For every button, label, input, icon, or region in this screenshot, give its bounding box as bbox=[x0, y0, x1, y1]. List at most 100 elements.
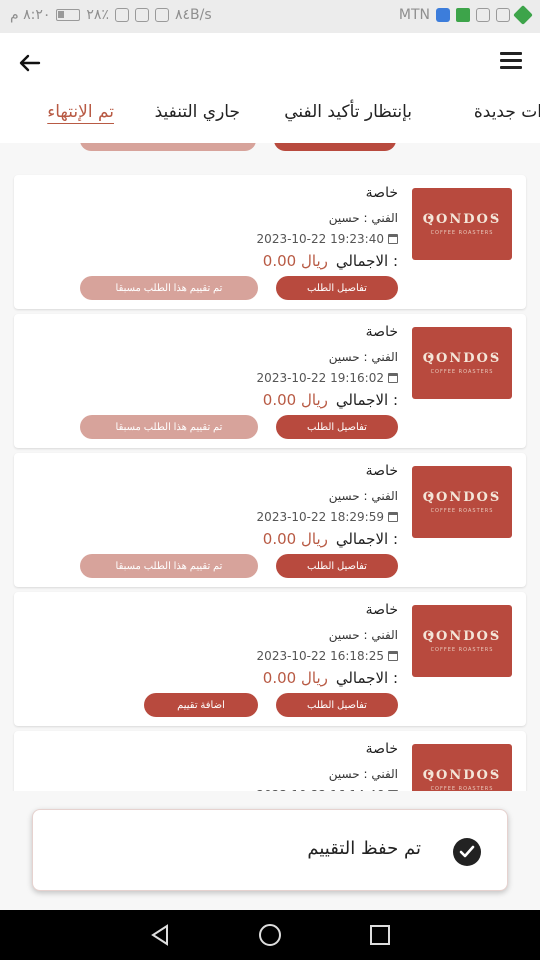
running-icon bbox=[456, 8, 470, 22]
clock: ٨:٢٠ م bbox=[10, 7, 51, 23]
order-technician: الفني : حسين bbox=[328, 350, 398, 364]
orders-list[interactable]: QONDOS COFFEE ROASTERS خاصة الفني : حسين 202… bbox=[0, 143, 540, 791]
order-card[interactable]: QONDOS COFFEE ROASTERS خاصة الفني : حسين 202… bbox=[14, 453, 526, 587]
signal-icon bbox=[114, 8, 129, 22]
alarm-icon bbox=[154, 8, 169, 22]
tab-completed[interactable]: تم الإنتهاء bbox=[47, 102, 114, 122]
nav-recents-button[interactable] bbox=[368, 923, 392, 947]
store-logo: QONDOS COFFEE ROASTERS bbox=[412, 605, 512, 677]
logo-subtext: COFFEE ROASTERS bbox=[430, 508, 494, 514]
status-left: ٨:٢٠ م ٢٨٪ ٨٤B/s bbox=[10, 7, 212, 23]
order-total-label: الاجمالي : bbox=[335, 669, 398, 687]
order-details-button[interactable]: تفاصيل الطلب bbox=[276, 693, 398, 717]
previous-card-edge bbox=[0, 143, 540, 161]
nav-home-button[interactable] bbox=[258, 923, 282, 947]
calendar-icon bbox=[388, 651, 398, 661]
order-datetime: 2023-10-22 19:16:02 bbox=[257, 371, 398, 385]
logo-text: QONDOS bbox=[422, 351, 502, 366]
order-card[interactable]: QONDOS COFFEE ROASTERS خاصة الفني : حسين 202… bbox=[14, 731, 526, 791]
order-technician: الفني : حسين bbox=[328, 211, 398, 225]
order-title: خاصة bbox=[365, 324, 398, 340]
tab-new-orders[interactable]: ات جديدة bbox=[474, 102, 540, 122]
triangle-back-icon bbox=[151, 924, 168, 946]
carrier: MTN bbox=[398, 7, 430, 23]
calendar-icon bbox=[388, 790, 398, 791]
system-nav-bar bbox=[0, 910, 540, 960]
order-card[interactable]: QONDOS COFFEE ROASTERS خاصة الفني : حسين 202… bbox=[14, 592, 526, 726]
square-recents-icon bbox=[370, 925, 390, 945]
order-total-label: الاجمالي : bbox=[335, 530, 398, 548]
order-datetime: 2023-10-22 16:14:46 bbox=[257, 788, 398, 791]
order-title: خاصة bbox=[365, 463, 398, 479]
calendar-icon bbox=[388, 373, 398, 383]
order-card[interactable]: QONDOS COFFEE ROASTERS خاصة الفني : حسين 202… bbox=[14, 314, 526, 448]
already-rated-button[interactable]: تم تقييم هذا الطلب مسبقا bbox=[80, 415, 258, 439]
calendar-icon bbox=[388, 512, 398, 522]
order-total: 0.00 ريال الاجمالي : bbox=[263, 530, 398, 548]
order-total-value: 0.00 ريال bbox=[262, 530, 328, 548]
store-logo: QONDOS COFFEE ROASTERS bbox=[412, 466, 512, 538]
add-rating-button[interactable]: اضافة تقييم bbox=[144, 693, 258, 717]
logo-text: QONDOS bbox=[422, 768, 502, 783]
order-datetime: 2023-10-22 19:23:40 bbox=[257, 232, 398, 246]
logo-subtext: COFFEE ROASTERS bbox=[430, 230, 494, 236]
wifi-icon bbox=[134, 8, 149, 22]
status-tabs: ات جديدة بإنتظار تأكيد الفني جاري التنفي… bbox=[0, 93, 540, 143]
store-logo: QONDOS COFFEE ROASTERS bbox=[412, 327, 512, 399]
logo-subtext: COFFEE ROASTERS bbox=[430, 369, 494, 375]
circle-home-icon bbox=[259, 924, 281, 946]
tab-in-progress[interactable]: جاري التنفيذ bbox=[155, 102, 240, 122]
order-total-value: 0.00 ريال bbox=[262, 391, 328, 409]
order-datetime-text: 2023-10-22 18:29:59 bbox=[256, 510, 384, 524]
check-circle-icon bbox=[453, 838, 481, 866]
network-speed: ٨٤B/s bbox=[174, 7, 212, 23]
order-total: 0.00 ريال الاجمالي : bbox=[263, 252, 398, 270]
order-datetime: 2023-10-22 16:18:25 bbox=[257, 649, 398, 663]
logo-text: QONDOS bbox=[422, 629, 502, 644]
logo-subtext: COFFEE ROASTERS bbox=[430, 647, 494, 653]
menu-button[interactable] bbox=[500, 49, 526, 75]
toast-rating-saved: تم حفظ التقييم bbox=[32, 809, 508, 891]
logo-text: QONDOS bbox=[422, 490, 502, 505]
nav-back-button[interactable] bbox=[148, 923, 172, 947]
order-title: خاصة bbox=[365, 602, 398, 618]
menu-icon bbox=[500, 52, 522, 55]
order-details-button[interactable]: تفاصيل الطلب bbox=[276, 276, 398, 300]
order-technician: الفني : حسين bbox=[328, 489, 398, 503]
already-rated-button[interactable]: تم تقييم هذا الطلب مسبقا bbox=[80, 276, 258, 300]
order-total-label: الاجمالي : bbox=[335, 252, 398, 270]
battery-percent: ٢٨٪ bbox=[86, 7, 109, 23]
plus-circle-icon bbox=[496, 8, 510, 22]
download-icon bbox=[476, 8, 490, 22]
order-datetime-text: 2023-10-22 19:23:40 bbox=[256, 232, 384, 246]
order-datetime: 2023-10-22 18:29:59 bbox=[257, 510, 398, 524]
order-details-button[interactable]: تفاصيل الطلب bbox=[276, 554, 398, 578]
already-rated-button[interactable]: تم تقييم هذا الطلب مسبقا bbox=[80, 554, 258, 578]
app-notification-icon bbox=[513, 5, 533, 25]
toast-message: تم حفظ التقييم bbox=[307, 838, 421, 859]
back-button[interactable] bbox=[14, 47, 46, 79]
logo-subtext: COFFEE ROASTERS bbox=[430, 786, 494, 791]
arrow-left-icon bbox=[19, 54, 41, 72]
order-total-label: الاجمالي : bbox=[335, 391, 398, 409]
logo-text: QONDOS bbox=[422, 212, 502, 227]
order-datetime-text: 2023-10-22 16:18:25 bbox=[256, 649, 384, 663]
order-title: خاصة bbox=[365, 185, 398, 201]
status-bar: ٨:٢٠ م ٢٨٪ ٨٤B/s MTN bbox=[0, 0, 540, 33]
tab-awaiting-technician[interactable]: بإنتظار تأكيد الفني bbox=[284, 102, 412, 122]
status-right: MTN bbox=[398, 5, 533, 25]
store-logo: QONDOS COFFEE ROASTERS bbox=[412, 188, 512, 260]
app-bar bbox=[0, 33, 540, 93]
order-title: خاصة bbox=[365, 741, 398, 757]
order-datetime-text: 2023-10-22 19:16:02 bbox=[256, 371, 384, 385]
order-details-button[interactable]: تفاصيل الطلب bbox=[276, 415, 398, 439]
calendar-icon bbox=[388, 234, 398, 244]
order-total-value: 0.00 ريال bbox=[262, 252, 328, 270]
store-logo: QONDOS COFFEE ROASTERS bbox=[412, 744, 512, 791]
order-total: 0.00 ريال الاجمالي : bbox=[263, 669, 398, 687]
shield-icon bbox=[436, 8, 450, 22]
order-total: 0.00 ريال الاجمالي : bbox=[263, 391, 398, 409]
order-technician: الفني : حسين bbox=[328, 628, 398, 642]
order-technician: الفني : حسين bbox=[328, 767, 398, 781]
order-card[interactable]: QONDOS COFFEE ROASTERS خاصة الفني : حسين 202… bbox=[14, 175, 526, 309]
